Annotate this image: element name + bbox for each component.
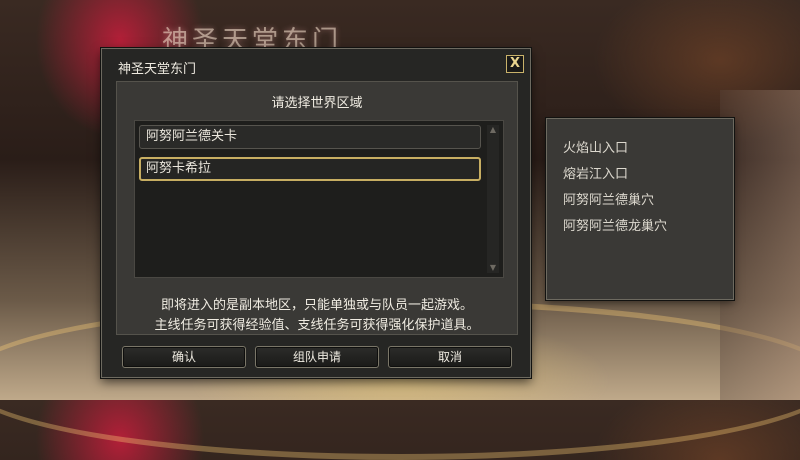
close-button[interactable]: X xyxy=(506,55,524,73)
zone-list-item-anu-aland-gate[interactable]: 阿努阿兰德关卡 xyxy=(139,125,481,149)
dialog-title: 神圣天堂东门 xyxy=(118,62,197,77)
info-line-2: 主线任务可获得经验值、支线任务可获得强化保护道具。 xyxy=(154,318,480,333)
zone-list: 阿努阿兰德关卡 阿努卡希拉 ▲ ▼ xyxy=(134,120,504,278)
zone-list-item-anu-kashira[interactable]: 阿努卡希拉 xyxy=(139,157,481,181)
sub-zone-item: 阿努阿兰德巢穴 xyxy=(563,193,655,208)
world-zone-dialog: 神圣天堂东门 X 请选择世界区域 阿努阿兰德关卡 阿努卡希拉 ▲ ▼ 即将进入的… xyxy=(101,48,531,378)
scroll-down-arrow-icon[interactable]: ▼ xyxy=(487,263,499,273)
cancel-button[interactable]: 取消 xyxy=(388,346,512,368)
party-request-button[interactable]: 组队申请 xyxy=(255,346,379,368)
zone-list-scrollbar[interactable]: ▲ ▼ xyxy=(487,125,499,273)
sub-zone-panel: 火焰山入口 熔岩江入口 阿努阿兰德巢穴 阿努阿兰德龙巢穴 xyxy=(546,118,734,300)
info-line-1: 即将进入的是副本地区，只能单独或与队员一起游戏。 xyxy=(160,298,473,313)
select-prompt: 请选择世界区域 xyxy=(271,96,363,111)
zone-select-panel: 请选择世界区域 阿努阿兰德关卡 阿努卡希拉 ▲ ▼ 即将进入的是副本地区，只能单… xyxy=(116,81,518,335)
sub-zone-item: 火焰山入口 xyxy=(563,141,629,156)
sub-zone-item: 阿努阿兰德龙巢穴 xyxy=(563,219,668,234)
confirm-button[interactable]: 确认 xyxy=(122,346,246,368)
sub-zone-item: 熔岩江入口 xyxy=(563,167,629,182)
scroll-up-arrow-icon[interactable]: ▲ xyxy=(487,125,499,135)
